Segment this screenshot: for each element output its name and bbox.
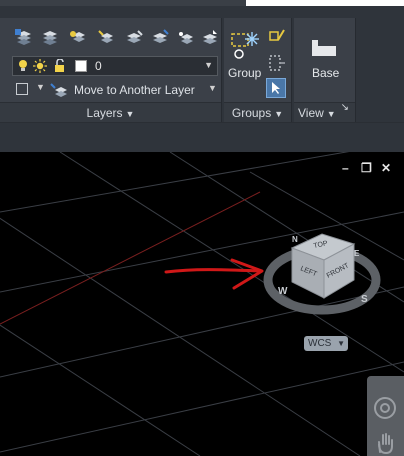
view-panel-title[interactable]: View ▼ ↘	[294, 102, 355, 122]
drawing-viewport[interactable]: – ❐ ✕ TOP LEFT FRONT W S E N WCS ▼	[0, 152, 404, 456]
move-layer-icon	[50, 83, 67, 97]
lightbulb-icon	[19, 60, 27, 71]
groups-panel: Group Groups ▼	[224, 18, 292, 122]
chevron-down-icon: ▼	[274, 109, 284, 119]
minimize-icon[interactable]: –	[342, 161, 349, 175]
base-view-button-label: Base	[312, 66, 340, 80]
layer-lock-icon[interactable]	[124, 28, 144, 48]
red-annotation-arrow	[164, 258, 264, 290]
layer-dropdown[interactable]: 0 ▼	[12, 56, 218, 76]
layer-unisolate-icon[interactable]	[150, 28, 170, 48]
layer-combo-value: 0	[95, 59, 102, 73]
group-selection-toggle[interactable]	[266, 78, 286, 98]
close-icon[interactable]: ✕	[381, 161, 391, 175]
layer-off-icon[interactable]	[68, 28, 88, 48]
base-view-button[interactable]: Base	[300, 28, 350, 86]
chevron-down-icon: ▼	[36, 82, 45, 92]
move-to-another-layer-button[interactable]: ▼ Move to Another Layer ▼	[12, 80, 218, 100]
base-view-icon	[312, 40, 336, 56]
restore-icon[interactable]: ❐	[361, 161, 372, 175]
pan-hand-icon[interactable]	[375, 432, 395, 454]
chevron-down-icon: ▼	[125, 109, 135, 119]
group-edit-icon[interactable]	[268, 28, 286, 46]
wcs-menu-button[interactable]: WCS ▼	[304, 336, 348, 351]
view-panel: Base View ▼ ↘	[294, 18, 356, 122]
ribbon-tab-highlight	[246, 0, 404, 6]
compass-north-label: N	[292, 235, 298, 244]
chevron-down-icon: ▼	[326, 109, 336, 119]
layers-panel-title[interactable]: Layers ▼	[0, 102, 221, 122]
color-swatch	[75, 60, 87, 72]
view-panel-title-label: View	[298, 106, 324, 120]
viewcube[interactable]: TOP LEFT FRONT W S E N	[262, 214, 384, 322]
chevron-down-icon: ▼	[208, 83, 217, 93]
layers-panel-title-label: Layers	[86, 106, 123, 120]
layer-properties-icon[interactable]	[14, 28, 34, 48]
layers-panel: 0 ▼ ▼ Move to Another Layer ▼ Layers ▼	[0, 18, 222, 122]
chevron-down-icon: ▼	[204, 60, 213, 70]
layer-isolate-icon[interactable]	[40, 28, 60, 48]
groups-panel-title[interactable]: Groups ▼	[224, 102, 291, 122]
dialog-launcher-icon[interactable]: ↘	[341, 98, 349, 118]
layer-state-icon	[16, 83, 28, 95]
layer-thaw-icon[interactable]	[176, 28, 196, 48]
chevron-down-icon: ▼	[337, 339, 345, 348]
ribbon: 0 ▼ ▼ Move to Another Layer ▼ Layers ▼ G…	[0, 0, 404, 152]
ungroup-icon[interactable]	[268, 54, 286, 72]
group-button-label: Group	[228, 66, 262, 80]
unlock-icon	[55, 59, 64, 72]
ribbon-lower-bar	[0, 122, 404, 152]
wcs-label: WCS	[308, 338, 332, 349]
group-icon	[231, 32, 259, 59]
compass-east-label: E	[354, 249, 360, 258]
navigation-bar	[367, 376, 404, 456]
sun-icon	[33, 59, 47, 73]
group-button[interactable]: Group	[226, 28, 264, 86]
move-to-another-layer-label: Move to Another Layer	[74, 83, 195, 97]
compass-west-label: W	[278, 286, 288, 297]
layer-freeze-icon[interactable]	[96, 28, 116, 48]
layer-match-icon[interactable]	[200, 28, 220, 48]
groups-panel-title-label: Groups	[231, 106, 272, 120]
cursor-icon	[272, 82, 280, 94]
steering-wheel-icon[interactable]	[373, 396, 397, 420]
ribbon-panels: 0 ▼ ▼ Move to Another Layer ▼ Layers ▼ G…	[0, 18, 404, 122]
compass-south-label: S	[361, 294, 368, 305]
